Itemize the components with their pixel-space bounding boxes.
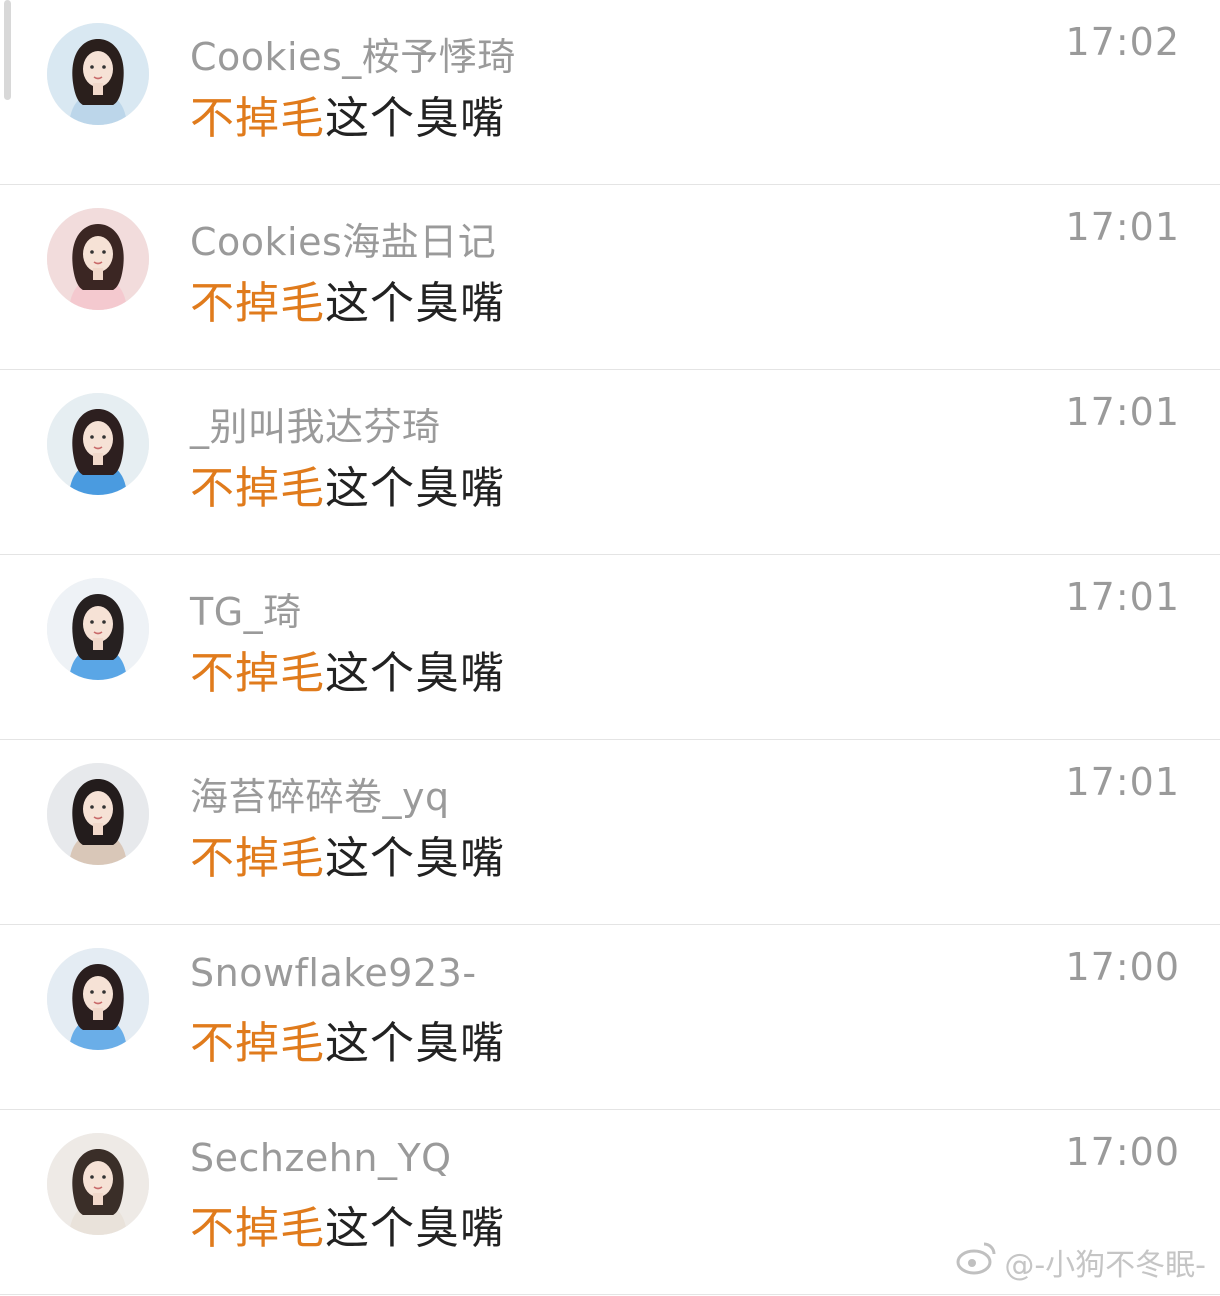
user-avatar-icon[interactable]	[47, 948, 149, 1050]
list-item[interactable]: Snowflake923- 不掉毛这个臭嘴 17:00	[0, 925, 1220, 1110]
sender-name: Snowflake923-	[190, 951, 477, 995]
message-text: 不掉毛这个臭嘴	[190, 637, 505, 701]
sender-name: Sechzehn_YQ	[190, 1136, 452, 1180]
message-body: 这个臭嘴	[325, 1203, 505, 1254]
watermark: @-小狗不冬眠-	[954, 1240, 1206, 1284]
sender-name: Cookies_桉予悸琦	[190, 35, 516, 79]
sender-name: Cookies海盐日记	[190, 220, 497, 264]
message-highlight: 不掉毛	[190, 278, 325, 329]
message-text: 不掉毛这个臭嘴	[190, 267, 505, 331]
sender-name: 海苔碎碎卷_yq	[190, 775, 450, 819]
message-highlight: 不掉毛	[190, 1018, 325, 1069]
list-item[interactable]: 海苔碎碎卷_yq 不掉毛这个臭嘴 17:01	[0, 740, 1220, 925]
message-highlight: 不掉毛	[190, 1203, 325, 1254]
weibo-logo-icon	[954, 1240, 998, 1284]
message-list: Cookies_桉予悸琦 不掉毛这个臭嘴 17:02 Cookies海盐日记 不…	[0, 0, 1220, 1295]
message-highlight: 不掉毛	[190, 833, 325, 884]
message-text: 不掉毛这个臭嘴	[190, 1007, 505, 1071]
message-text: 不掉毛这个臭嘴	[190, 822, 505, 886]
user-avatar-icon[interactable]	[47, 208, 149, 310]
message-body: 这个臭嘴	[325, 1018, 505, 1069]
user-avatar-icon[interactable]	[47, 393, 149, 495]
list-item[interactable]: Cookies海盐日记 不掉毛这个臭嘴 17:01	[0, 185, 1220, 370]
message-highlight: 不掉毛	[190, 648, 325, 699]
message-time: 17:01	[1065, 390, 1180, 434]
sender-name: _别叫我达芬琦	[190, 405, 441, 449]
message-text: 不掉毛这个臭嘴	[190, 452, 505, 516]
message-body: 这个臭嘴	[325, 278, 505, 329]
message-body: 这个臭嘴	[325, 93, 505, 144]
message-time: 17:02	[1065, 20, 1180, 64]
message-time: 17:01	[1065, 575, 1180, 619]
user-avatar-icon[interactable]	[47, 1133, 149, 1235]
sender-name: TG_琦	[190, 590, 302, 634]
message-time: 17:00	[1065, 1130, 1180, 1174]
message-body: 这个臭嘴	[325, 648, 505, 699]
message-text: 不掉毛这个臭嘴	[190, 1192, 505, 1256]
message-time: 17:00	[1065, 945, 1180, 989]
message-text: 不掉毛这个臭嘴	[190, 82, 505, 146]
message-time: 17:01	[1065, 760, 1180, 804]
list-item[interactable]: TG_琦 不掉毛这个臭嘴 17:01	[0, 555, 1220, 740]
user-avatar-icon[interactable]	[47, 23, 149, 125]
message-body: 这个臭嘴	[325, 463, 505, 514]
user-avatar-icon[interactable]	[47, 578, 149, 680]
message-highlight: 不掉毛	[190, 463, 325, 514]
message-time: 17:01	[1065, 205, 1180, 249]
list-item[interactable]: _别叫我达芬琦 不掉毛这个臭嘴 17:01	[0, 370, 1220, 555]
list-item[interactable]: Cookies_桉予悸琦 不掉毛这个臭嘴 17:02	[0, 0, 1220, 185]
message-body: 这个臭嘴	[325, 833, 505, 884]
user-avatar-icon[interactable]	[47, 763, 149, 865]
message-highlight: 不掉毛	[190, 93, 325, 144]
watermark-text: @-小狗不冬眠-	[1004, 1248, 1206, 1283]
